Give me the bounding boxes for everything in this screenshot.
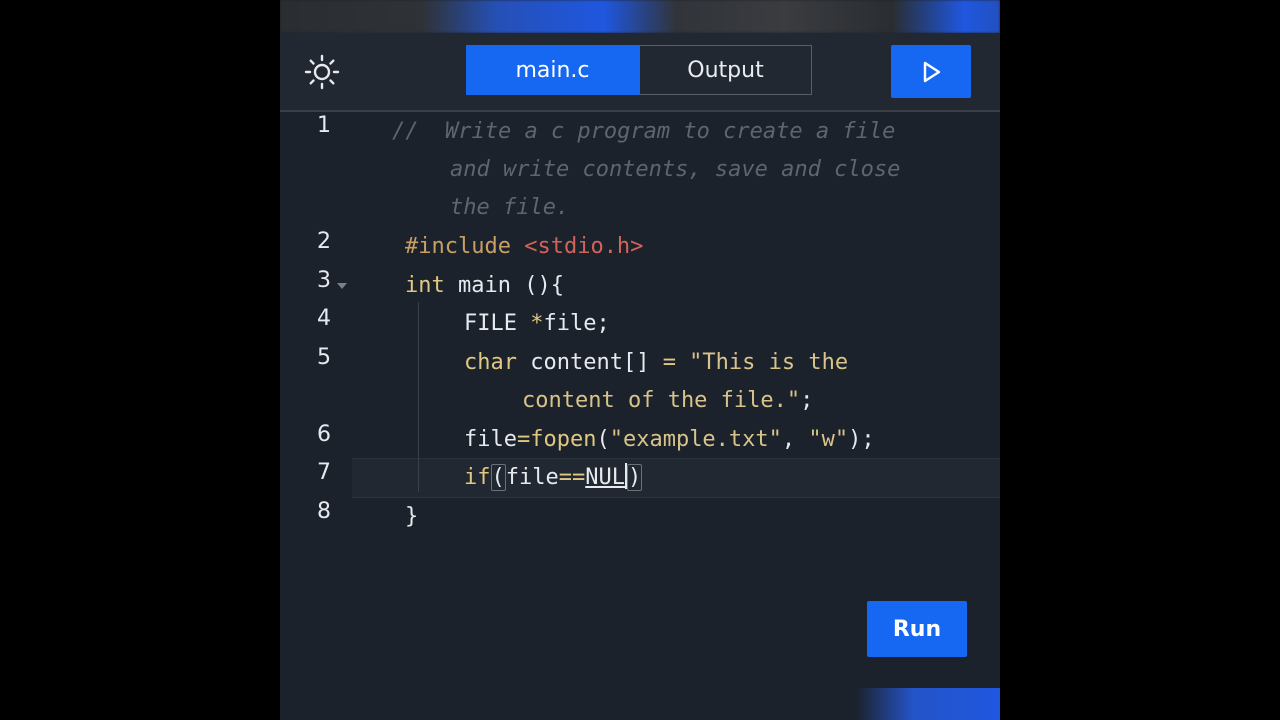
code-text: NUL [585,465,625,490]
code-line-content-cont: content of the file."; [522,382,813,420]
theme-toggle-button[interactable] [302,53,342,91]
code-text: content[] [516,350,663,375]
file-tabs: main.c Output [466,45,812,97]
code-keyword: char [464,350,517,375]
code-operator: == [558,465,586,490]
top-blur-strip [280,0,1000,33]
code-keyword: int [405,273,445,298]
code-text: main (){ [444,273,564,298]
line-number: 4 [317,306,331,331]
code-text: , [781,427,809,452]
code-function: fopen [530,427,597,452]
play-icon [923,61,941,82]
phone-screen: main.c Output 1 2 3 4 5 6 7 8 // Write a… [280,0,1000,720]
active-line-highlight [352,458,1000,498]
code-operator: = [516,427,531,452]
line-number: 7 [317,460,331,485]
run-top-button[interactable] [891,45,971,98]
code-line-if: if(file==NUL) [464,459,643,497]
code-type: FILE [464,311,531,336]
code-comment: the file. [450,195,570,220]
editor-toolbar: main.c Output [280,33,1000,112]
line-number: 3 [317,268,331,293]
line-number: 5 [317,345,331,370]
code-text: file [464,427,517,452]
code-line-content-decl: char content[] = "This is the [464,344,848,382]
fold-arrow-icon[interactable] [337,283,347,289]
code-bracket: ( [490,464,506,491]
line-number: 6 [317,422,331,447]
code-string: "w" [808,427,849,452]
code-text: ( [596,427,610,452]
code-line-fopen: file=fopen("example.txt", "w"); [464,421,875,459]
code-string: "This is the [675,350,849,375]
code-text: file [505,465,559,490]
code-operator: = [662,350,676,375]
code-comment: // Write a c program to create a file [392,119,896,144]
code-line-include: #include <stdio.h> [405,228,643,266]
code-line-main: int main (){ [405,267,564,305]
code-keyword: if [464,465,491,490]
code-header: <stdio.h> [524,234,644,259]
code-line-file-decl: FILE *file; [464,305,610,343]
code-directive: #include [405,234,511,259]
tab-output[interactable]: Output [639,45,812,95]
line-number: 1 [317,113,331,138]
code-operator: * [530,311,544,336]
bottom-blur-strip [280,688,1000,720]
line-number: 8 [317,499,331,524]
code-text: ); [848,427,875,452]
code-bracket: ) [626,464,643,491]
run-button[interactable]: Run [867,601,967,657]
sun-icon [304,54,340,90]
indent-guide [418,302,419,492]
tab-main-c[interactable]: main.c [466,45,639,95]
code-text: ; [800,388,814,413]
code-string: "example.txt" [609,427,782,452]
line-number: 2 [317,229,331,254]
code-line-close: } [405,504,419,529]
code-string: content of the file." [522,388,801,413]
code-text: file; [543,311,610,336]
code-comment: and write contents, save and close [450,157,901,182]
